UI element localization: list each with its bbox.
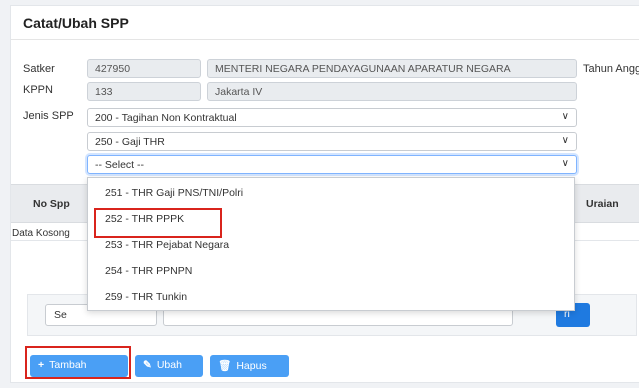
dropdown-option[interactable]: 251 - THR Gaji PNS/TNI/Polri <box>88 180 574 206</box>
dropdown-list: 251 - THR Gaji PNS/TNI/Polri 252 - THR P… <box>87 177 575 311</box>
detail-jenis-spp-select-value: -- Select -- <box>95 159 145 171</box>
ubah-label: Ubah <box>156 359 182 371</box>
option-highlight-box <box>94 208 222 238</box>
panel-header: Catat/Ubah SPP <box>11 6 639 40</box>
sub-jenis-spp-select-value: 250 - Gaji THR <box>95 136 165 148</box>
satker-label: Satker <box>23 63 55 75</box>
jenis-spp-select-value: 200 - Tagihan Non Kontraktual <box>95 112 237 124</box>
hapus-button[interactable]: 🗑 Hapus <box>210 355 289 377</box>
dropdown-option[interactable]: 259 - THR Tunkin <box>88 284 574 310</box>
satker-name-field: MENTERI NEGARA PENDAYAGUNAAN APARATUR NE… <box>207 59 577 78</box>
tahun-anggaran-label: Tahun Angg <box>583 63 639 75</box>
page-title: Catat/Ubah SPP <box>23 15 129 31</box>
dropdown-option[interactable]: 254 - THR PPNPN <box>88 258 574 284</box>
tambah-highlight-box <box>25 346 131 379</box>
ubah-button[interactable]: ✎ Ubah <box>135 355 203 377</box>
kppn-code-field: 133 <box>87 82 201 101</box>
trash-icon: 🗑 <box>218 360 232 372</box>
column-uraian: Uraian <box>586 198 619 210</box>
kppn-name-field: Jakarta IV <box>207 82 577 101</box>
column-no-spp: No Spp <box>33 198 70 210</box>
chevron-down-icon: ∨ <box>561 111 569 122</box>
jenis-spp-label: Jenis SPP <box>23 110 74 122</box>
hapus-label: Hapus <box>236 360 267 372</box>
chevron-down-icon: ∨ <box>561 135 569 146</box>
pager-select-text: Se <box>54 309 67 321</box>
jenis-spp-select[interactable]: 200 - Tagihan Non Kontraktual ∨ <box>87 108 577 127</box>
kppn-label: KPPN <box>23 84 53 96</box>
satker-code-field: 427950 <box>87 59 201 78</box>
table-empty-text: Data Kosong <box>12 228 70 239</box>
sub-jenis-spp-select[interactable]: 250 - Gaji THR ∨ <box>87 132 577 151</box>
edit-icon: ✎ <box>143 359 152 371</box>
chevron-down-icon: ∨ <box>561 158 569 169</box>
detail-jenis-spp-select[interactable]: -- Select -- ∨ <box>87 155 577 174</box>
